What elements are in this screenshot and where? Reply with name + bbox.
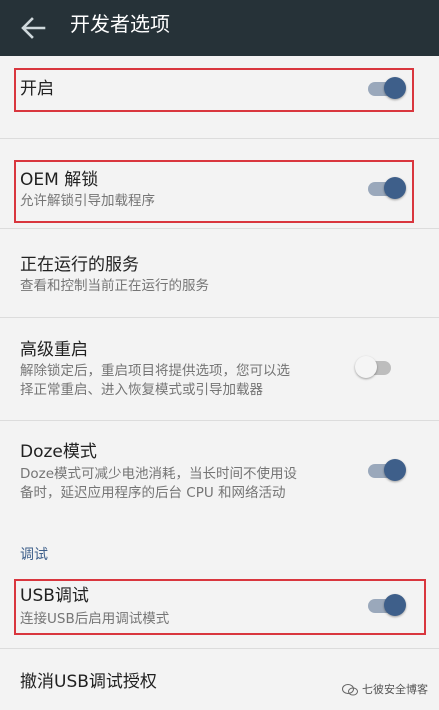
running-services-title: 正在运行的服务: [20, 255, 139, 275]
usb-debugging-switch[interactable]: [366, 593, 406, 617]
advanced-reboot-title: 高级重启: [20, 340, 88, 360]
app-bar: 开发者选项: [0, 0, 439, 56]
doze-summary-line1: Doze模式可减少电池消耗，当长时间不使用设: [20, 466, 298, 482]
wechat-icon: [342, 684, 358, 696]
advanced-reboot-summary-line2: 择正常重启、进入恢复模式或引导加载器: [20, 382, 263, 398]
enable-developer-options-row[interactable]: 开启: [0, 56, 439, 116]
advanced-reboot-switch[interactable]: [355, 355, 395, 379]
doze-summary-line2: 备时，延迟应用程序的后台 CPU 和网络活动: [20, 485, 286, 501]
enable-switch[interactable]: [366, 76, 406, 100]
scrolled-item-fragment: ​: [0, 112, 439, 120]
section-header-debugging: 调试: [20, 547, 48, 563]
running-services-row[interactable]: 正在运行的服务 查看和控制当前正在运行的服务: [0, 229, 439, 317]
revoke-usb-authorizations-row[interactable]: 撤消USB调试授权: [0, 649, 439, 710]
doze-switch[interactable]: [366, 458, 406, 482]
doze-mode-row[interactable]: Doze模式 Doze模式可减少电池消耗，当长时间不使用设 备时，延迟应用程序的…: [0, 421, 439, 521]
advanced-reboot-summary-line1: 解除锁定后，重启项目将提供选项，您可以选: [20, 363, 290, 379]
usb-debugging-summary: 连接USB后启用调试模式: [20, 611, 170, 627]
revoke-usb-title: 撤消USB调试授权: [20, 672, 157, 692]
enable-title: 开启: [20, 79, 54, 99]
usb-debugging-title: USB调试: [20, 586, 89, 606]
oem-unlock-title: OEM 解锁: [20, 170, 99, 190]
doze-title: Doze模式: [20, 442, 97, 462]
oem-unlock-summary: 允许解锁引导加载程序: [20, 193, 155, 209]
arrow-left-icon[interactable]: [20, 16, 46, 40]
page-title: 开发者选项: [70, 12, 170, 36]
oem-unlock-switch[interactable]: [366, 176, 406, 200]
advanced-reboot-row[interactable]: 高级重启 解除锁定后，重启项目将提供选项，您可以选 择正常重启、进入恢复模式或引…: [0, 318, 439, 420]
running-services-summary: 查看和控制当前正在运行的服务: [20, 278, 209, 294]
watermark-text: 七彼安全博客: [362, 683, 428, 696]
usb-debugging-row[interactable]: USB调试 连接USB后启用调试模式: [0, 572, 439, 638]
oem-unlock-row[interactable]: OEM 解锁 允许解锁引导加载程序: [0, 139, 439, 225]
